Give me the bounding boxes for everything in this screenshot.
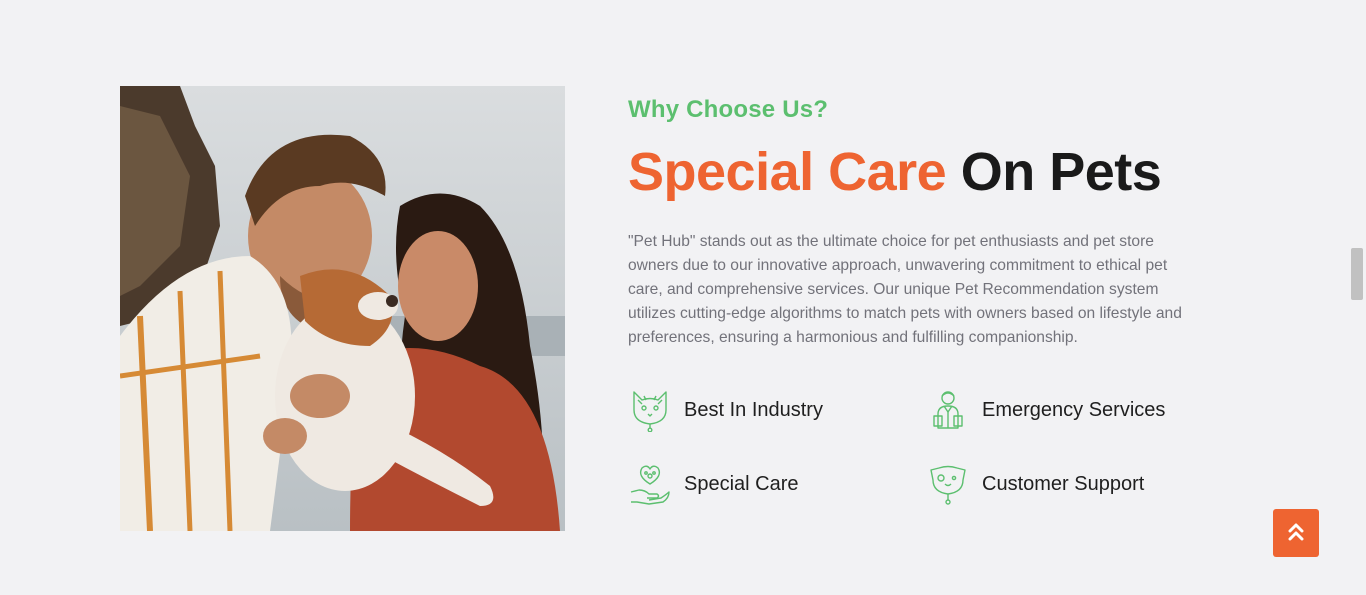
page-scrollbar-thumb[interactable] (1351, 248, 1363, 300)
cat-face-icon (628, 388, 672, 432)
double-chevron-up-icon (1288, 523, 1304, 544)
why-choose-us-section: Why Choose Us? Special Care On Pets "Pet… (0, 0, 1366, 595)
section-eyebrow: Why Choose Us? (628, 96, 829, 123)
headline-accent: Special Care (628, 142, 947, 202)
feature-label: Customer Support (982, 472, 1145, 495)
intro-content: Why Choose Us? Special Care On Pets "Pet… (628, 96, 1208, 350)
veterinarian-icon (926, 388, 970, 432)
feature-label: Best In Industry (684, 398, 823, 421)
feature-item: Customer Support (926, 460, 1144, 508)
feature-item: Emergency Services (926, 386, 1165, 434)
dog-face-icon (926, 462, 970, 506)
feature-item: Special Care (628, 460, 799, 508)
section-headline: Special Care On Pets (628, 142, 1208, 202)
feature-label: Emergency Services (982, 398, 1166, 421)
hand-heart-paw-icon (628, 462, 672, 506)
features-list: Best In Industry Emergency Services Spec… (628, 386, 1228, 516)
feature-label: Special Care (684, 472, 799, 495)
headline-rest: On Pets (960, 142, 1162, 202)
feature-item: Best In Industry (628, 386, 823, 434)
section-description: "Pet Hub" stands out as the ultimate cho… (628, 233, 1182, 346)
couple-with-dog-photo (120, 86, 565, 531)
scroll-to-top-button[interactable] (1273, 509, 1319, 557)
